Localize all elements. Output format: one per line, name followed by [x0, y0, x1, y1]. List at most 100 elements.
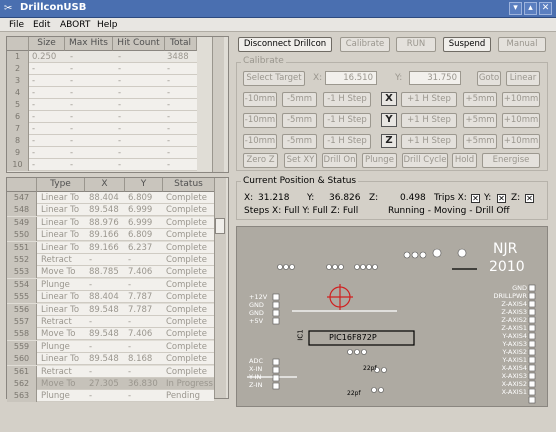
app-icon: ✂	[4, 3, 13, 14]
calibrate-action-button[interactable]: Hold	[452, 153, 477, 168]
pcb-cap1-label: 22pf	[363, 365, 377, 372]
x-cell: 89.548	[89, 354, 119, 365]
jog-neg-button[interactable]: -5mm	[282, 113, 317, 128]
calibrate-action-button[interactable]: Set XY	[284, 153, 317, 168]
y-cell: 7.406	[128, 329, 153, 340]
menu-abort[interactable]: ABORT	[60, 18, 90, 32]
move-table-scrollbar[interactable]	[214, 178, 226, 398]
pad	[283, 264, 289, 270]
jog-pos-button[interactable]: +1 H Step	[401, 113, 457, 128]
disconnect-button[interactable]: Disconnect Drillcon	[238, 37, 332, 52]
calibrate-action-button[interactable]: Plunge	[362, 153, 397, 168]
pcb-label: Y-IN	[249, 373, 262, 381]
trip-x-checkbox[interactable]: ✕	[471, 194, 480, 203]
y-input[interactable]: 31.750	[409, 71, 461, 85]
status-cell: Pending	[166, 391, 200, 402]
jog-neg-button[interactable]: -1 H Step	[323, 113, 371, 128]
pcb-label: X-AXIS2	[501, 380, 527, 388]
goto-button[interactable]: Goto	[477, 71, 501, 86]
jog-pos-button[interactable]: +5mm	[463, 134, 497, 149]
status-cell: In Progress	[166, 379, 213, 389]
calibrate-action-button[interactable]: Energise	[482, 153, 540, 168]
type-cell: Linear To	[41, 230, 80, 241]
row-number: 554	[7, 278, 37, 291]
jog-pos-button[interactable]: +10mm	[502, 113, 540, 128]
run-button[interactable]: RUN	[396, 37, 436, 52]
calibrate-button[interactable]: Calibrate	[340, 37, 390, 52]
size-cell: -	[32, 124, 36, 134]
type-cell: Linear To	[41, 292, 80, 303]
pad	[528, 308, 536, 316]
minimize-icon[interactable]: ▾	[509, 2, 522, 15]
status-cell: Complete	[166, 304, 207, 315]
status-cell: Complete	[166, 193, 207, 203]
type-header[interactable]: Type	[37, 178, 85, 192]
size-cell: -	[32, 136, 36, 146]
type-cell: Linear To	[41, 354, 80, 365]
calibrate-action-button[interactable]: Drill Cycle	[402, 153, 448, 168]
x-header[interactable]: X	[85, 178, 125, 192]
suspend-button[interactable]: Suspend	[443, 37, 491, 52]
pad	[272, 293, 280, 301]
max-hits-cell: -	[70, 100, 74, 110]
menu-edit[interactable]: Edit	[33, 18, 50, 32]
size-cell: 0.250	[32, 52, 57, 62]
status-cell: Complete	[166, 354, 207, 365]
pos-x-value: 31.218	[258, 193, 290, 203]
trip-y-checkbox[interactable]: ✕	[497, 194, 506, 203]
calibrate-action-button[interactable]: Drill On	[322, 153, 357, 168]
row-number: 551	[7, 241, 37, 254]
size-cell: -	[32, 88, 36, 98]
menu-help[interactable]: Help	[97, 18, 118, 32]
jog-neg-button[interactable]: -10mm	[243, 134, 277, 149]
jog-neg-button[interactable]: -1 H Step	[323, 92, 371, 107]
pad	[411, 251, 419, 259]
status-cell: Complete	[166, 205, 207, 216]
jog-pos-button[interactable]: +1 H Step	[401, 134, 457, 149]
pcb-view[interactable]: NJR 2010 PIC16F872P IC1 22pf 22pf GND DRI…	[236, 226, 548, 407]
manual-button[interactable]: Manual	[498, 37, 546, 52]
select-target-button[interactable]: Select Target	[243, 71, 305, 86]
row-number: 563	[7, 390, 37, 403]
pad	[528, 388, 536, 396]
menu-bar: File Edit ABORT Help	[0, 18, 556, 32]
type-cell: Linear To	[41, 304, 80, 315]
linear-button[interactable]: Linear	[506, 71, 540, 86]
jog-pos-button[interactable]: +5mm	[463, 92, 497, 107]
pcb-label: +12V	[249, 293, 268, 301]
move-table-scroll-thumb[interactable]	[215, 218, 225, 234]
status-header[interactable]: Status	[163, 178, 215, 192]
pad	[528, 348, 536, 356]
x-cell: -	[89, 317, 93, 327]
x-input[interactable]: 16.510	[325, 71, 377, 85]
total-header[interactable]: Total	[165, 37, 197, 51]
calibrate-action-button[interactable]: Zero Z	[243, 153, 278, 168]
max-hits-cell: -	[70, 160, 74, 170]
jog-neg-button[interactable]: -10mm	[243, 92, 277, 107]
jog-pos-button[interactable]: +10mm	[502, 134, 540, 149]
jog-pos-button[interactable]: +5mm	[463, 113, 497, 128]
jog-pos-button[interactable]: +10mm	[502, 92, 540, 107]
size-header[interactable]: Size	[29, 37, 65, 51]
jog-neg-button[interactable]: -5mm	[282, 134, 317, 149]
y-header[interactable]: Y	[125, 178, 163, 192]
y-cell: 8.168	[128, 354, 153, 365]
pad	[528, 372, 536, 380]
menu-file[interactable]: File	[9, 18, 24, 32]
jog-pos-button[interactable]: +1 H Step	[401, 92, 457, 107]
type-cell: Linear To	[41, 193, 80, 203]
trip-z-checkbox[interactable]: ✕	[525, 194, 534, 203]
x-cell: 89.548	[89, 205, 119, 216]
hit-count-header[interactable]: Hit Count	[113, 37, 165, 51]
close-icon[interactable]: ✕	[539, 2, 552, 15]
status-cell: Complete	[166, 217, 207, 228]
max-hits-header[interactable]: Max Hits	[65, 37, 113, 51]
jog-neg-button[interactable]: -5mm	[282, 92, 317, 107]
jog-neg-button[interactable]: -1 H Step	[323, 134, 371, 149]
x-cell: -	[89, 341, 93, 352]
y-cell: -	[128, 391, 132, 402]
pcb-label: X-AXIS4	[501, 364, 527, 372]
jog-neg-button[interactable]: -10mm	[243, 113, 277, 128]
maximize-icon[interactable]: ▴	[524, 2, 537, 15]
size-table-scrollbar[interactable]	[212, 37, 224, 172]
